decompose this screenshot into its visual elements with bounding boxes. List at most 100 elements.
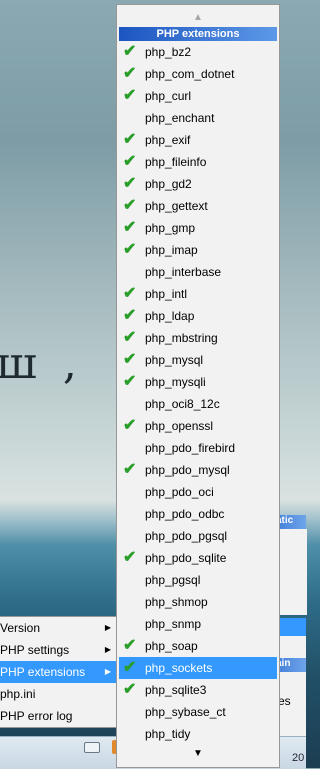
menu-item-label: php_pgsql	[145, 573, 201, 587]
left-menu-item-php-error-log[interactable]: PHP error log	[0, 705, 117, 727]
menu-item-php-sockets[interactable]: ✔ php_sockets	[119, 657, 277, 679]
menu-item-php-pdo-firebird[interactable]: php_pdo_firebird	[119, 437, 277, 459]
menu-item-php-pdo-mysql[interactable]: ✔ php_pdo_mysql	[119, 459, 277, 481]
checkmark-icon: ✔	[123, 87, 137, 104]
menu-item-php-gd2[interactable]: ✔ php_gd2	[119, 173, 277, 195]
menu-item-label: php_gd2	[145, 177, 192, 191]
left-menu-item-label: Version	[0, 621, 41, 635]
left-menu-item-php-settings[interactable]: PHP settings ▶	[0, 639, 117, 661]
menu-item-label: php_exif	[145, 133, 191, 147]
menu-item-php-com-dotnet[interactable]: ✔ php_com_dotnet	[119, 63, 277, 85]
left-menu-item-label: php.ini	[0, 687, 36, 701]
checkmark-icon: ✔	[123, 637, 137, 654]
menu-item-label: php_pdo_sqlite	[145, 551, 227, 565]
checkmark-icon: ✔	[123, 307, 137, 324]
checkmark-icon: ✔	[123, 461, 137, 478]
menu-item-label: php_imap	[145, 243, 198, 257]
left-menu-item-label: PHP error log	[0, 709, 73, 723]
menu-item-php-pdo-odbc[interactable]: php_pdo_odbc	[119, 503, 277, 525]
menu-item-label: php_bz2	[145, 45, 192, 59]
checkmark-icon: ✔	[123, 351, 137, 368]
menu-item-label: php_pdo_oci	[145, 485, 214, 499]
menu-item-label: php_openssl	[145, 419, 214, 433]
taskbar-clock[interactable]: 20	[292, 752, 304, 764]
menu-item-label: php_sockets	[145, 661, 213, 675]
left-menu-item-label: PHP settings	[0, 643, 70, 657]
submenu-arrow-icon: ▶	[104, 645, 111, 654]
menu-item-label: php_shmop	[145, 595, 208, 609]
checkmark-icon: ✔	[123, 175, 137, 192]
menu-item-php-pgsql[interactable]: php_pgsql	[119, 569, 277, 591]
menu-item-label: php_mysqli	[145, 375, 206, 389]
menu-item-php-curl[interactable]: ✔ php_curl	[119, 85, 277, 107]
menu-item-label: php_tidy	[145, 727, 191, 741]
menu-item-label: php_com_dotnet	[145, 67, 235, 81]
menu-item-php-mysql[interactable]: ✔ php_mysql	[119, 349, 277, 371]
menu-item-php-bz2[interactable]: ✔ php_bz2	[119, 41, 277, 63]
left-menu-item-version[interactable]: Version ▶	[0, 617, 117, 639]
menu-item-label: php_pdo_odbc	[145, 507, 225, 521]
menu-item-php-openssl[interactable]: ✔ php_openssl	[119, 415, 277, 437]
checkmark-icon: ✔	[123, 219, 137, 236]
menu-item-php-shmop[interactable]: php_shmop	[119, 591, 277, 613]
menu-item-label: php_gmp	[145, 221, 196, 235]
menu-item-php-pdo-oci[interactable]: php_pdo_oci	[119, 481, 277, 503]
menu-item-php-mbstring[interactable]: ✔ php_mbstring	[119, 327, 277, 349]
menu-item-php-exif[interactable]: ✔ php_exif	[119, 129, 277, 151]
menu-item-label: php_mysql	[145, 353, 204, 367]
checkmark-icon: ✔	[123, 285, 137, 302]
menu-item-php-snmp[interactable]: php_snmp	[119, 613, 277, 635]
menu-item-php-sqlite3[interactable]: ✔ php_sqlite3	[119, 679, 277, 701]
menu-item-php-enchant[interactable]: php_enchant	[119, 107, 277, 129]
checkmark-icon: ✔	[123, 373, 137, 390]
checkmark-icon: ✔	[123, 241, 137, 258]
menu-item-label: php_fileinfo	[145, 155, 207, 169]
menu-item-label: php_sqlite3	[145, 683, 207, 697]
menu-item-label: php_oci8_12c	[145, 397, 220, 411]
menu-item-php-mysqli[interactable]: ✔ php_mysqli	[119, 371, 277, 393]
menu-item-label: php_curl	[145, 89, 192, 103]
menu-item-label: php_soap	[145, 639, 198, 653]
checkmark-icon: ✔	[123, 549, 137, 566]
checkmark-icon: ✔	[123, 197, 137, 214]
wallpaper-text: ш ,	[0, 338, 83, 389]
menu-item-label: php_intl	[145, 287, 188, 301]
menu-item-php-ldap[interactable]: ✔ php_ldap	[119, 305, 277, 327]
php-extensions-menu: ▲ PHP extensions ✔ php_bz2 ✔ php_com_dotnet…	[116, 4, 280, 768]
menu-item-php-pdo-pgsql[interactable]: php_pdo_pgsql	[119, 525, 277, 547]
checkmark-icon: ✔	[123, 43, 137, 60]
menu-item-php-gmp[interactable]: ✔ php_gmp	[119, 217, 277, 239]
checkmark-icon: ✔	[123, 131, 137, 148]
menu-item-php-pdo-sqlite[interactable]: ✔ php_pdo_sqlite	[119, 547, 277, 569]
menu-item-label: php_snmp	[145, 617, 202, 631]
menu-item-php-soap[interactable]: ✔ php_soap	[119, 635, 277, 657]
left-menu-item-php-ini[interactable]: php.ini	[0, 683, 117, 705]
menu-item-label: php_pdo_pgsql	[145, 529, 228, 543]
menu-item-label: php_gettext	[145, 199, 208, 213]
left-menu-item-label: PHP extensions	[0, 665, 86, 679]
left-menu-item-php-extensions[interactable]: PHP extensions ▶	[0, 661, 117, 683]
menu-item-label: php_enchant	[145, 111, 215, 125]
checkmark-icon: ✔	[123, 153, 137, 170]
menu-item-label: php_pdo_firebird	[145, 441, 236, 455]
checkmark-icon: ✔	[123, 65, 137, 82]
menu-item-php-gettext[interactable]: ✔ php_gettext	[119, 195, 277, 217]
scroll-down-arrow-icon[interactable]: ▼	[117, 748, 279, 759]
menu-item-label: php_pdo_mysql	[145, 463, 230, 477]
scroll-up-arrow-icon[interactable]: ▲	[117, 5, 279, 27]
menu-item-php-imap[interactable]: ✔ php_imap	[119, 239, 277, 261]
menu-item-php-interbase[interactable]: php_interbase	[119, 261, 277, 283]
menu-item-php-sybase-ct[interactable]: php_sybase_ct	[119, 701, 277, 723]
menu-item-label: php_mbstring	[145, 331, 218, 345]
wamp-php-menu: Version ▶ PHP settings ▶ PHP extensions ▶ php.…	[0, 616, 118, 728]
menu-item-php-fileinfo[interactable]: ✔ php_fileinfo	[119, 151, 277, 173]
checkmark-icon: ✔	[123, 681, 137, 698]
submenu-arrow-icon: ▶	[104, 667, 111, 676]
checkmark-icon: ✔	[123, 329, 137, 346]
menu-item-php-intl[interactable]: ✔ php_intl	[119, 283, 277, 305]
submenu-arrow-icon: ▶	[104, 623, 111, 632]
menu-item-php-tidy[interactable]: php_tidy	[119, 723, 277, 745]
keyboard-icon[interactable]	[84, 742, 100, 753]
checkmark-icon: ✔	[123, 417, 137, 434]
menu-item-php-oci8-12c[interactable]: php_oci8_12c	[119, 393, 277, 415]
